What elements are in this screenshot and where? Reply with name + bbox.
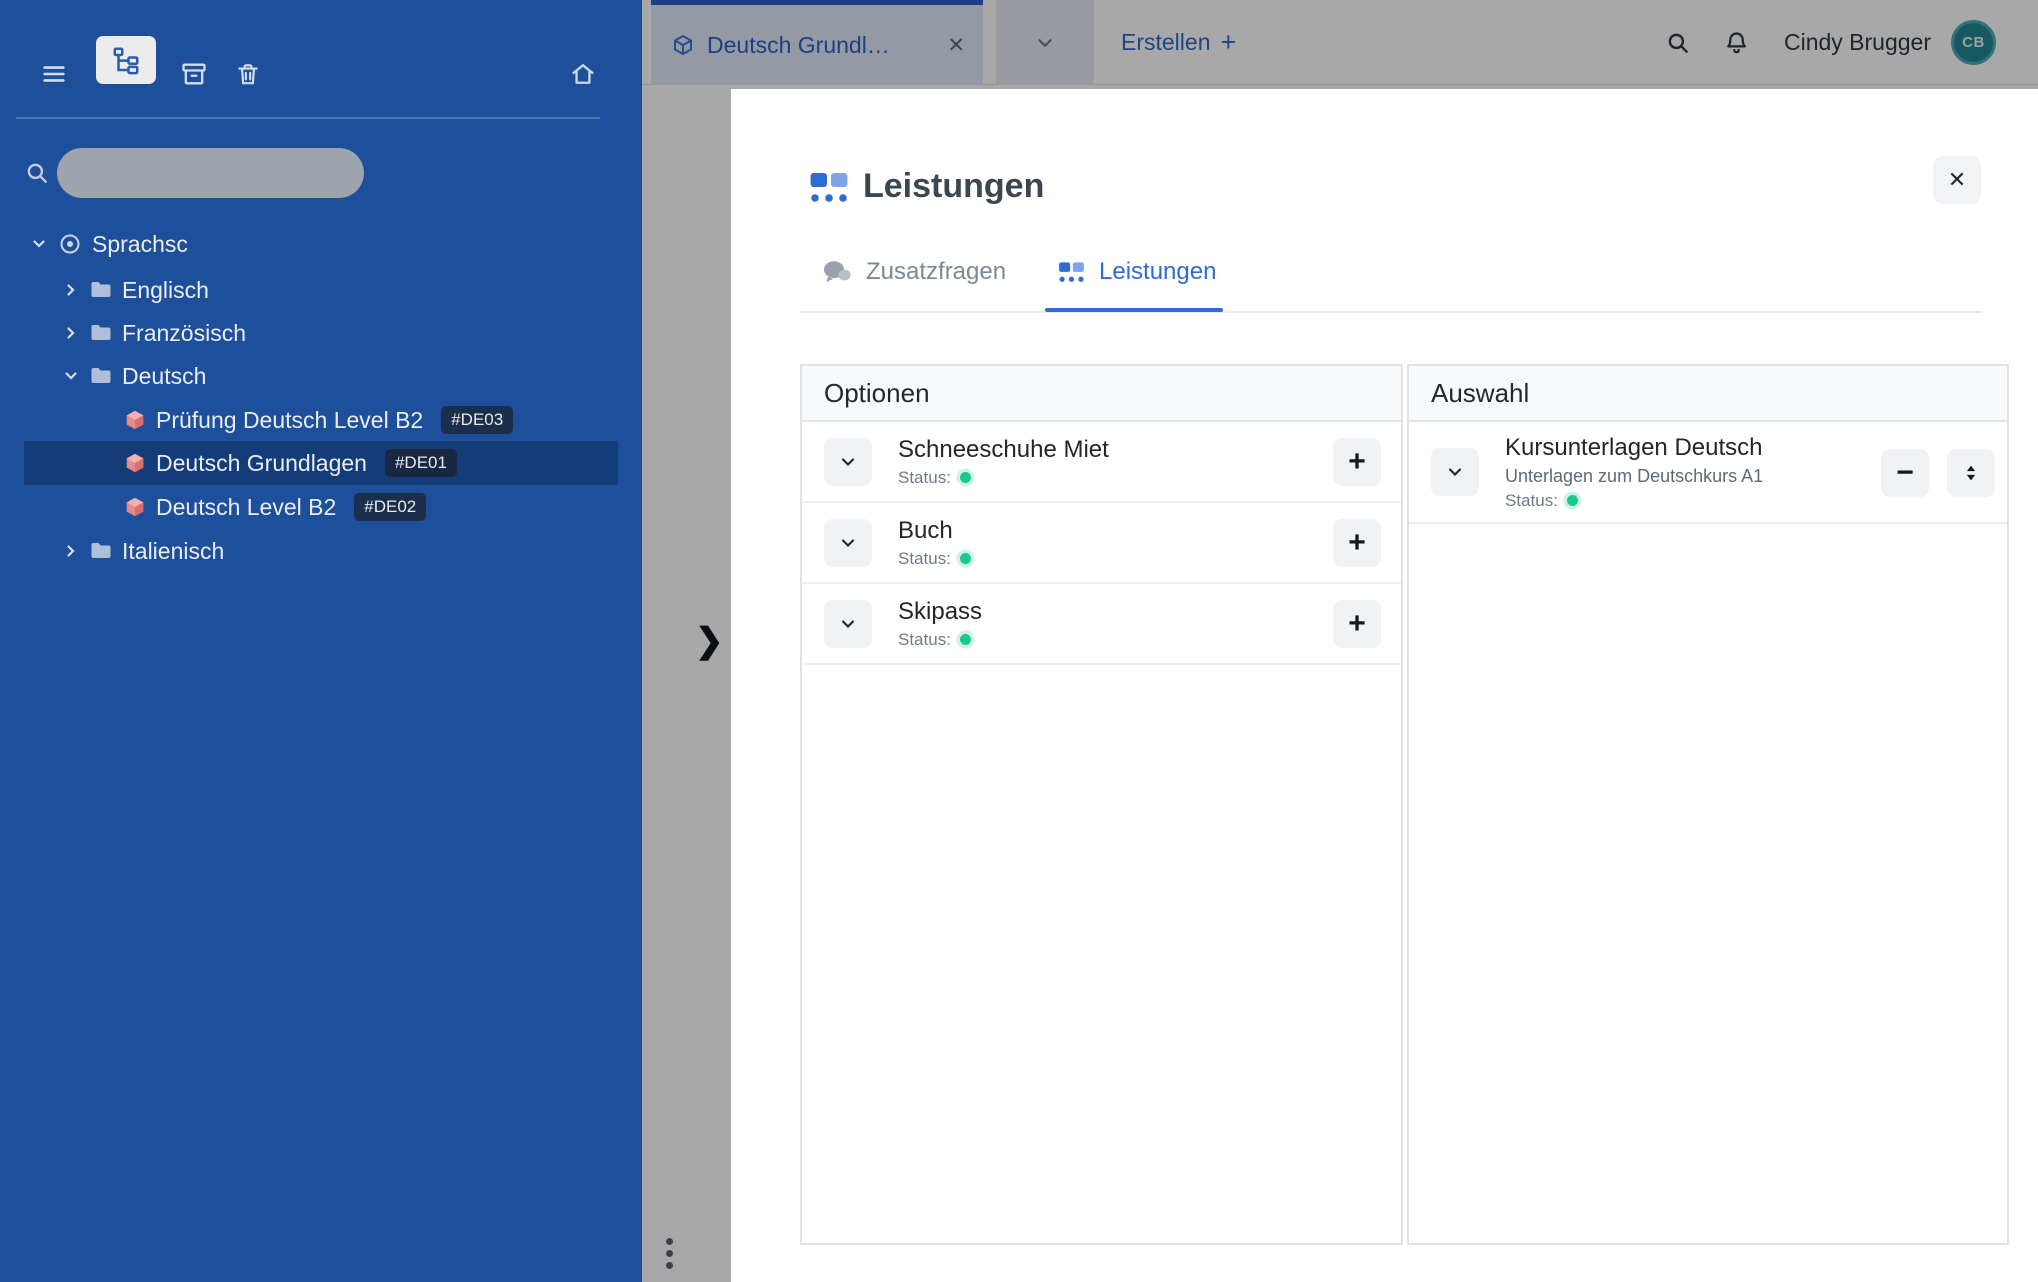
tree-item-label: Prüfung Deutsch Level B2 <box>156 406 424 433</box>
modal-title: Leistungen <box>863 167 1045 205</box>
tab-zusatzfragen[interactable]: Zusatzfragen <box>822 249 1006 295</box>
option-title: Skipass <box>898 597 983 625</box>
option-info: Skipass Status: <box>898 598 982 650</box>
chat-icon <box>822 259 852 285</box>
leistungen-modal: Leistungen ✕ Zusatzfragen Leistungen Opt… <box>731 89 2038 1282</box>
status-label: Status: <box>898 467 951 487</box>
selection-info: Kursunterlagen Deutsch Unterlagen zum De… <box>1505 434 1763 511</box>
tabs-divider <box>800 311 1982 313</box>
tab-label: Leistungen <box>1099 258 1217 285</box>
chevron-right-icon[interactable] <box>62 281 80 299</box>
app-root: Sprachsc Englisch Französisch Deutsch Pr… <box>0 0 2038 1282</box>
chevron-right-icon[interactable] <box>62 542 80 560</box>
status-row: Status: <box>898 549 971 569</box>
status-row: Status: <box>898 468 1109 488</box>
options-panel: Optionen Schneeschuhe Miet Status: + Buc… <box>800 364 1403 1245</box>
status-active-dot <box>959 472 971 483</box>
tree-item-italienisch[interactable]: Italienisch <box>24 529 618 573</box>
folder-icon <box>90 542 112 560</box>
folder-icon <box>90 324 112 342</box>
add-option-button[interactable]: + <box>1333 600 1381 648</box>
selection-panel-header: Auswahl <box>1409 366 2007 422</box>
course-cube-icon <box>124 452 146 474</box>
sidebar-expand-handle[interactable]: ❯ <box>695 624 724 658</box>
selection-panel: Auswahl Kursunterlagen Deutsch Unterlage… <box>1407 364 2009 1245</box>
course-cube-icon <box>124 409 146 431</box>
tree-item-deutsch-grundlagen[interactable]: Deutsch Grundlagen #DE01 <box>24 441 618 485</box>
tree-item-label: Französisch <box>122 319 246 346</box>
tree-item-sprachschule[interactable]: Sprachsc <box>24 222 618 266</box>
status-row: Status: <box>1505 491 1763 511</box>
chevron-right-icon[interactable] <box>62 324 80 342</box>
services-icon <box>809 171 849 210</box>
selection-title: Kursunterlagen Deutsch <box>1505 433 1763 461</box>
tab-leistungen[interactable]: Leistungen <box>1058 249 1216 295</box>
folder-icon <box>90 281 112 299</box>
trash-icon[interactable] <box>224 50 272 98</box>
tree-search-input[interactable] <box>57 148 364 198</box>
option-title: Schneeschuhe Miet <box>898 435 1109 463</box>
status-label: Status: <box>1505 490 1558 510</box>
option-row-schneeschuhe: Schneeschuhe Miet Status: + <box>802 422 1401 503</box>
option-row-skipass: Skipass Status: + <box>802 584 1401 665</box>
status-active-dot <box>1566 495 1578 506</box>
active-tab-underline <box>1045 308 1223 312</box>
tab-label: Zusatzfragen <box>866 258 1007 285</box>
status-active-dot <box>959 634 971 645</box>
tree-item-label: Deutsch Grundlagen <box>156 449 367 476</box>
expand-option-button[interactable] <box>824 437 872 486</box>
radio-target-icon <box>58 232 82 256</box>
tree-item-label: Deutsch <box>122 362 207 389</box>
course-cube-icon <box>124 496 146 518</box>
chevron-down-icon[interactable] <box>30 235 48 253</box>
status-row: Status: <box>898 630 982 650</box>
sidebar: Sprachsc Englisch Französisch Deutsch Pr… <box>0 0 642 1282</box>
tree-item-deutsch-level-b2[interactable]: Deutsch Level B2 #DE02 <box>24 485 618 529</box>
tree-item-franzoesisch[interactable]: Französisch <box>24 311 618 355</box>
option-info: Schneeschuhe Miet Status: <box>898 436 1109 488</box>
options-panel-header: Optionen <box>802 366 1401 422</box>
chevron-down-icon[interactable] <box>62 367 80 385</box>
status-label: Status: <box>898 629 951 649</box>
add-option-button[interactable]: + <box>1333 519 1381 567</box>
menu-icon[interactable] <box>30 50 78 98</box>
expand-option-button[interactable] <box>824 518 872 567</box>
selection-row-kursunterlagen: Kursunterlagen Deutsch Unterlagen zum De… <box>1409 422 2007 524</box>
archive-icon[interactable] <box>170 50 218 98</box>
sidebar-tree: Sprachsc Englisch Französisch Deutsch Pr… <box>0 214 642 1282</box>
close-icon[interactable]: ✕ <box>1933 156 1981 204</box>
expand-selection-button[interactable] <box>1431 448 1479 496</box>
course-code-badge: #DE02 <box>354 493 427 521</box>
sort-selection-button[interactable] <box>1947 449 1995 497</box>
home-icon[interactable] <box>559 50 607 98</box>
tree-item-label: Sprachsc <box>92 230 188 257</box>
folder-icon <box>90 367 112 385</box>
option-info: Buch Status: <box>898 517 971 569</box>
sidebar-divider <box>16 117 600 119</box>
tree-view-icon[interactable] <box>96 36 156 84</box>
status-active-dot <box>959 553 971 564</box>
option-row-buch: Buch Status: + <box>802 503 1401 584</box>
option-title: Buch <box>898 516 953 544</box>
course-code-badge: #DE03 <box>441 406 514 434</box>
remove-selection-button[interactable]: − <box>1881 449 1929 497</box>
course-code-badge: #DE01 <box>384 449 457 477</box>
selection-subtitle: Unterlagen zum Deutschkurs A1 <box>1505 465 1764 486</box>
tree-item-label: Deutsch Level B2 <box>156 493 337 520</box>
expand-option-button[interactable] <box>824 599 872 648</box>
services-icon <box>1058 261 1085 284</box>
status-label: Status: <box>898 548 951 568</box>
tree-item-pruefung-deutsch-b2[interactable]: Prüfung Deutsch Level B2 #DE03 <box>24 398 618 442</box>
drag-handle-icon[interactable] <box>666 1238 673 1269</box>
tree-item-englisch[interactable]: Englisch <box>24 268 618 312</box>
search-icon <box>24 160 50 191</box>
tree-item-label: Italienisch <box>122 537 225 564</box>
add-option-button[interactable]: + <box>1333 438 1381 486</box>
tree-item-label: Englisch <box>122 276 209 303</box>
tree-item-deutsch[interactable]: Deutsch <box>24 354 618 398</box>
